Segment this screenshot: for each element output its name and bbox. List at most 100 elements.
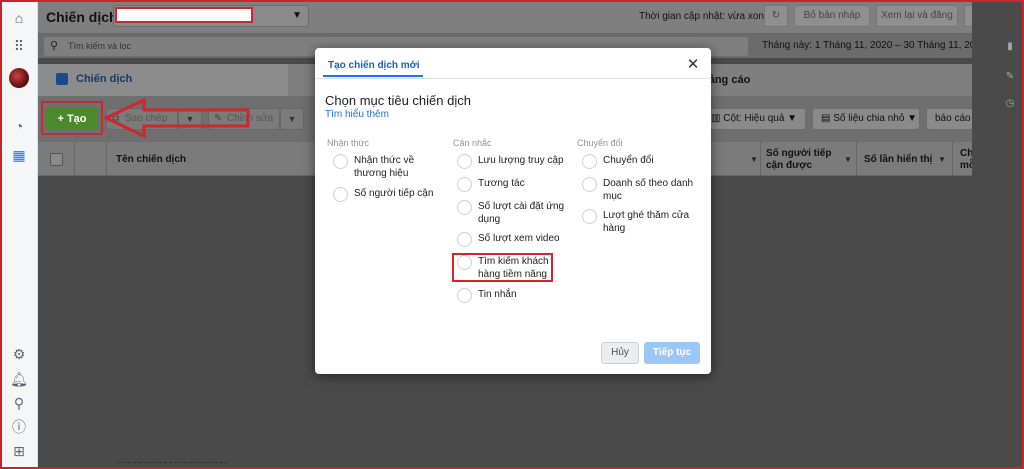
breakdown-button[interactable]: ▤ Số liệu chia nhỏ ▼ (812, 108, 920, 130)
chevron-down-icon: ▼ (784, 113, 798, 124)
objective-engagement[interactable]: Tương tác (457, 177, 547, 193)
dashboard-gauge-icon[interactable]: ◔ (9, 116, 29, 136)
last-updated-text: Thời gian cập nhật: vừa xong (639, 11, 770, 22)
dialog-title: Chọn mục tiêu chiến dịch (325, 93, 471, 108)
objective-app-installs[interactable]: Số lượt cài đặt ứng dụng (457, 200, 567, 228)
objective-group-consideration: Cân nhắc (453, 138, 492, 148)
pencil-icon[interactable]: ✎ (1003, 70, 1017, 84)
radio-button[interactable] (582, 154, 597, 169)
right-rail: ▮ ✎ ◷ (996, 0, 1024, 469)
date-range-picker[interactable]: Tháng này: 1 Tháng 11, 2020 – 30 Tháng 1… (762, 40, 986, 51)
radio-button[interactable] (457, 288, 472, 303)
radio-button[interactable] (457, 232, 472, 247)
home-icon[interactable]: ⌂ (9, 8, 29, 28)
chart-icon[interactable]: ▮ (1003, 40, 1017, 54)
chevron-down-icon: ▼ (292, 10, 302, 21)
left-nav: ⌂ ⠿ ◔ ▦ ⚙ 🔔︎ ⚲ ⓘ ⊞ (0, 0, 38, 469)
scroll-indicator (118, 462, 228, 465)
objective-label: Nhận thức về thương hiệu (354, 155, 415, 179)
tab-campaigns[interactable]: Chiến dịch (38, 64, 288, 96)
discard-draft-button[interactable]: Bỏ bản nháp (794, 5, 870, 27)
objective-reach[interactable]: Số người tiếp cận (333, 187, 443, 203)
radio-button[interactable] (333, 187, 348, 202)
close-icon[interactable]: ✕ (685, 57, 701, 73)
columns-icon: ▥ (711, 113, 724, 124)
learn-more-link[interactable]: Tìm hiểu thêm (325, 109, 389, 120)
objective-label: Doanh số theo danh mục (603, 178, 694, 202)
search-placeholder: Tìm kiếm và lọc (68, 41, 132, 51)
search-icon[interactable]: ⚲ (9, 393, 29, 413)
page-title: Chiến dịch (46, 9, 118, 25)
objective-label: Lượt ghé thăm cửa hàng (603, 210, 690, 234)
objective-video-views[interactable]: Số lượt xem video (457, 232, 567, 248)
breakdown-icon: ▤ (821, 113, 834, 124)
sort-icon[interactable]: ▼ (844, 155, 852, 164)
chevron-down-icon: ▼ (904, 113, 918, 124)
cancel-button[interactable]: Hủy (601, 342, 639, 364)
refresh-button[interactable]: ↻ (764, 5, 788, 27)
search-icon: ⚲ (50, 40, 59, 52)
refresh-icon: ↻ (771, 10, 781, 21)
radio-button[interactable] (457, 154, 472, 169)
right-gutter (972, 0, 996, 469)
radio-button[interactable] (582, 177, 597, 192)
sort-icon[interactable]: ▼ (750, 155, 758, 164)
reports-label: báo cáo (935, 113, 971, 124)
column-divider (106, 142, 107, 176)
create-campaign-dialog: Tạo chiến dịch mới ✕ Chọn mục tiêu chiến… (315, 48, 711, 374)
radio-button[interactable] (333, 154, 348, 169)
objective-messages[interactable]: Tin nhắn (457, 288, 537, 304)
objective-label: Tin nhắn (478, 289, 517, 300)
help-icon[interactable]: ⓘ (9, 417, 29, 437)
column-campaign-name[interactable]: Tên chiến dịch (116, 154, 186, 166)
dialog-tab-new-campaign[interactable]: Tạo chiến dịch mới (328, 60, 420, 71)
report-bug-icon[interactable]: ⊞ (9, 441, 29, 461)
objective-group-awareness: Nhận thức (327, 138, 370, 148)
lead-generation-highlight-box (452, 253, 553, 282)
tab-campaigns-label: Chiến dịch (76, 73, 133, 85)
folder-icon (56, 73, 68, 85)
objective-brand-awareness[interactable]: Nhận thức về thương hiệu (333, 154, 433, 182)
apps-grid-icon[interactable]: ⠿ (9, 36, 29, 56)
radio-button[interactable] (457, 177, 472, 192)
select-all-checkbox[interactable] (50, 153, 63, 166)
notifications-bell-icon[interactable]: 🔔︎ (9, 369, 29, 389)
objective-label: Tương tác (478, 178, 525, 189)
radio-button[interactable] (582, 209, 597, 224)
edit-dropdown[interactable]: ▼ (280, 108, 304, 130)
objective-conversions[interactable]: Chuyển đổi (582, 154, 672, 170)
history-clock-icon[interactable]: ◷ (1003, 97, 1017, 111)
objective-label: Lưu lượng truy cập (478, 155, 564, 166)
objective-catalog-sales[interactable]: Doanh số theo danh mục (582, 177, 694, 205)
redacted-account-name (115, 7, 253, 23)
chevron-down-icon: ▼ (287, 114, 297, 124)
dialog-header-divider (315, 78, 711, 79)
column-divider (74, 142, 75, 176)
objective-label: Chuyển đổi (603, 155, 654, 166)
create-highlight-box (41, 101, 103, 135)
column-impressions[interactable]: Số lần hiển thị (864, 154, 932, 166)
breakdown-label: Số liệu chia nhỏ (833, 113, 905, 124)
settings-gear-icon[interactable]: ⚙ (9, 344, 29, 364)
continue-button[interactable]: Tiếp tục (644, 342, 700, 364)
objective-label: Số lượt xem video (478, 233, 560, 244)
review-publish-button[interactable]: Xem lại và đăng (876, 5, 958, 27)
header-bar: Chiến dịch ▼ Thời gian cập nhật: vừa xon… (38, 0, 996, 34)
objective-store-traffic[interactable]: Lượt ghé thăm cửa hàng (582, 209, 694, 237)
annotation-arrow (104, 98, 250, 138)
column-divider (952, 142, 953, 176)
column-reach[interactable]: Số người tiếp cận được (766, 148, 844, 172)
objective-label: Số người tiếp cận (354, 188, 434, 199)
radio-button[interactable] (457, 200, 472, 215)
column-divider (760, 142, 761, 176)
ads-manager-table-icon[interactable]: ▦ (9, 145, 29, 165)
sort-icon[interactable]: ▼ (938, 155, 946, 164)
objective-group-conversion: Chuyển đổi (577, 138, 623, 148)
columns-label: Cột: Hiệu quả (723, 113, 785, 124)
objective-label: Số lượt cài đặt ứng dụng (478, 201, 565, 225)
active-tab-underline (323, 75, 423, 77)
column-divider (856, 142, 857, 176)
objective-traffic[interactable]: Lưu lượng truy cập (457, 154, 567, 170)
avatar[interactable] (9, 68, 29, 88)
columns-button[interactable]: ▥ Cột: Hiệu quả ▼ (702, 108, 806, 130)
